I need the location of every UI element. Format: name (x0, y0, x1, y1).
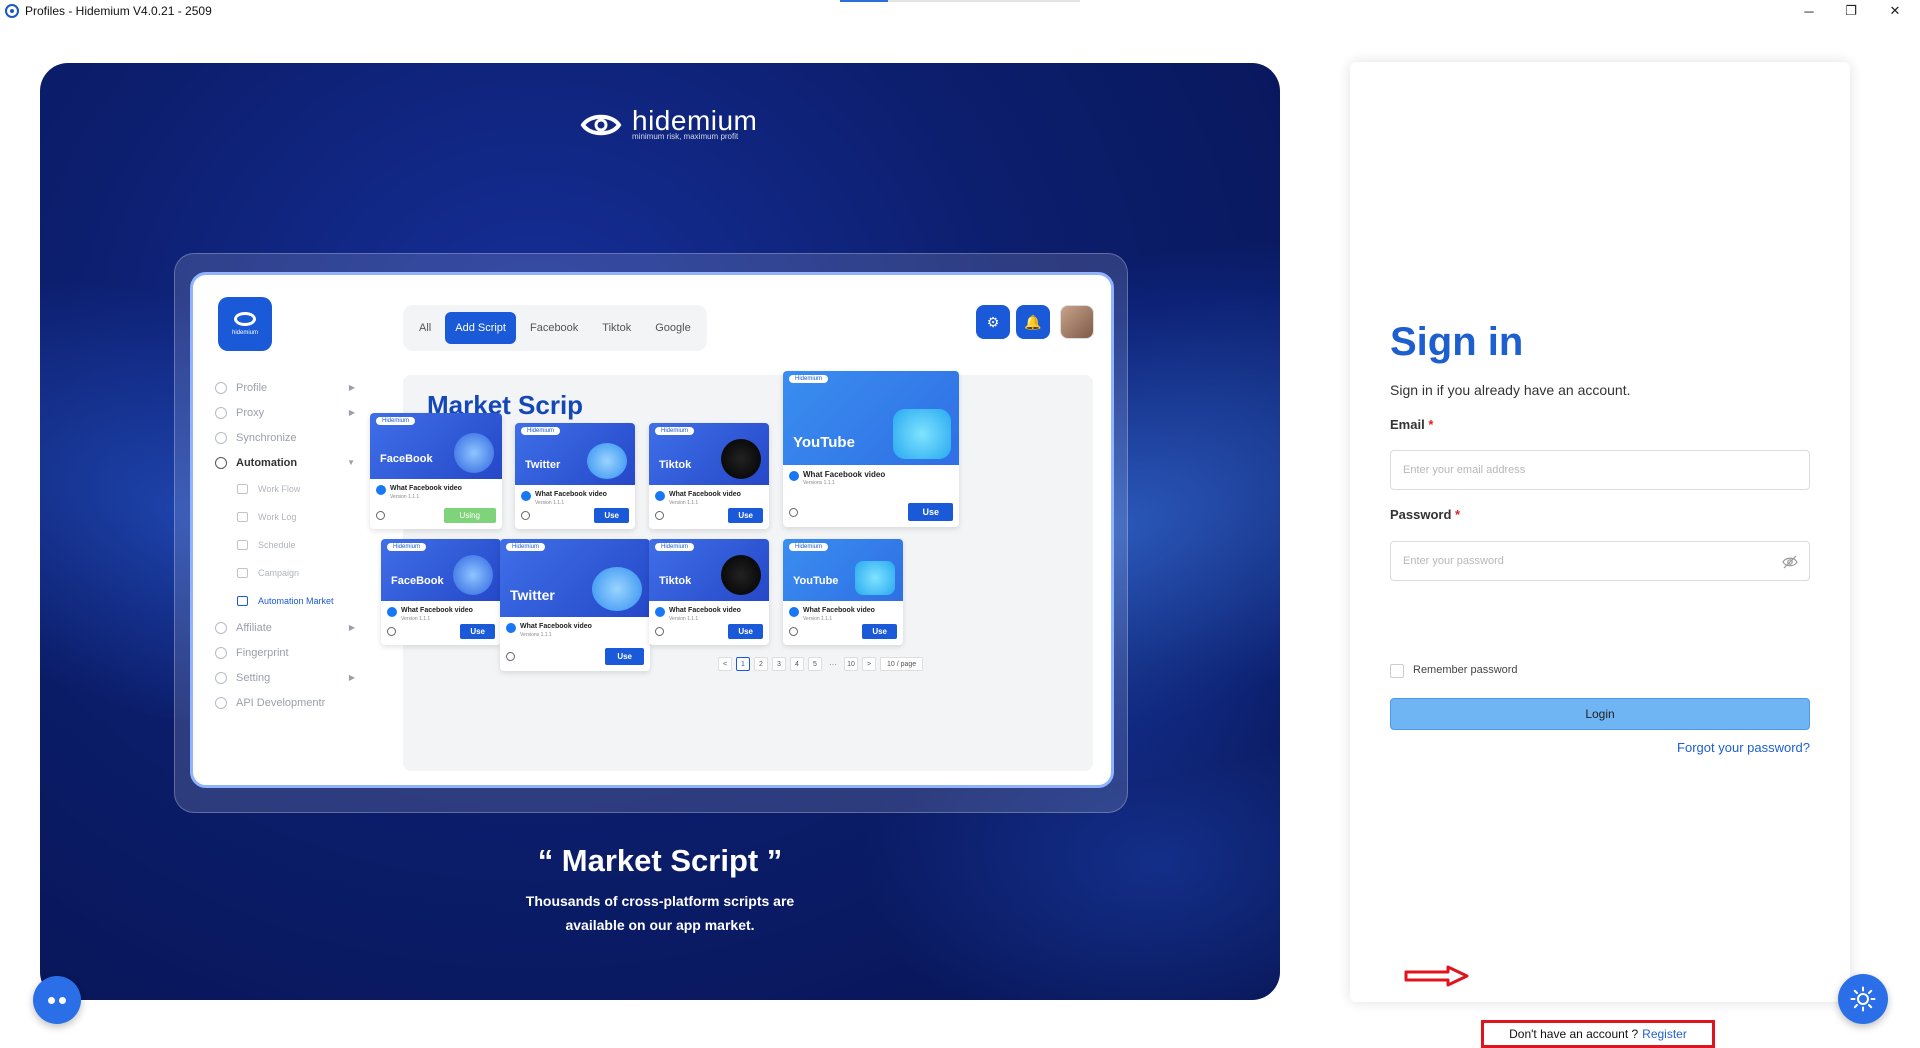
mockup-filter-bar: All Add Script Facebook Tiktok Google (403, 305, 707, 351)
remember-label: Remember password (1413, 664, 1518, 676)
password-field[interactable] (1390, 541, 1810, 581)
hidemium-eye-icon (580, 114, 622, 135)
mock-nav-proxy: Proxy ▶ (215, 400, 355, 425)
red-arrow-icon (1404, 965, 1469, 987)
facebook-icon (376, 485, 386, 495)
window-title: Profiles - Hidemium V4.0.21 - 2509 (25, 4, 212, 18)
register-highlight-box: Don't have an account ? Register (1481, 1020, 1715, 1048)
mockup-pagination: < 1 2 3 4 5 ··· 10 > 10 / page (718, 657, 924, 671)
app-logo-icon (5, 4, 19, 18)
mock-filter-add-script: Add Script (445, 312, 516, 344)
signin-title: Sign in (1390, 320, 1524, 364)
hero-banner: hidemium minimum risk, maximum profit hi… (40, 63, 1280, 1000)
eye-slash-icon[interactable] (1782, 555, 1798, 569)
mock-filter-tiktok: Tiktok (602, 322, 632, 334)
mock-nav-profile: Profile ▶ (215, 375, 355, 400)
chat-bubble-icon[interactable] (33, 976, 81, 1024)
title-bar: Profiles - Hidemium V4.0.21 - 2509 ─ ❐ ✕ (0, 0, 1920, 22)
mock-nav-api: API Developmentr (215, 690, 355, 715)
mock-filter-facebook: Facebook (529, 322, 579, 334)
mock-nav-affiliate: Affiliate ▶ (215, 615, 355, 640)
register-link[interactable]: Register (1642, 1027, 1687, 1041)
password-label: Password * (1390, 507, 1461, 522)
mock-sub-campaign: Campaign (215, 559, 355, 587)
mock-nav-synchronize: Synchronize (215, 425, 355, 450)
mock-filter-all: All (419, 322, 432, 334)
mock-nav-fingerprint: Fingerprint (215, 640, 355, 665)
script-card: Hidemium FaceBook What Facebook video Vers… (381, 539, 501, 645)
brand-tagline: minimum risk, maximum profit (632, 132, 739, 141)
mock-filter-google: Google (655, 322, 691, 334)
mock-nav-setting: Setting ▶ (215, 665, 355, 690)
mock-avatar (1060, 305, 1094, 339)
mock-sub-schedule: Schedule (215, 531, 355, 559)
sun-icon[interactable] (1838, 974, 1888, 1024)
hero-heading: “ Market Script ” (537, 843, 783, 878)
signin-panel: Sign in Sign in if you already have an a… (1350, 62, 1850, 1048)
script-card: Hidemium FaceBook What Facebook video Vers… (370, 413, 502, 529)
brand-name: hidemium (632, 105, 758, 136)
script-card: Hidemium Twitter What Facebook video Versi… (500, 539, 650, 671)
login-button[interactable]: Login (1390, 698, 1810, 730)
app-mockup: hidemium Profile ▶ Proxy ▶ Synchronize Aut… (190, 272, 1114, 788)
mock-sub-workflow: Work Flow (215, 475, 355, 503)
mock-nav-automation: Automation ▼ (215, 450, 355, 475)
mock-bell-icon: 🔔 (1016, 305, 1050, 339)
loading-bar (840, 0, 1080, 2)
mockup-sidebar: Profile ▶ Proxy ▶ Synchronize Automation ▼ … (215, 375, 355, 715)
script-card: Hidemium Tiktok What Facebook video Versio… (649, 423, 769, 529)
play-icon (376, 511, 385, 520)
mock-sub-worklog: Work Log (215, 503, 355, 531)
mock-sub-automation-market: Automation Market (215, 587, 355, 615)
signin-subtitle: Sign in if you already have an account. (1390, 382, 1631, 398)
email-field[interactable] (1390, 450, 1810, 490)
script-card: Hidemium Tiktok What Facebook video Versio… (649, 539, 769, 645)
email-label: Email * (1390, 417, 1434, 432)
brand-logo: hidemium minimum risk, maximum profit (580, 105, 758, 141)
using-button: Using (443, 508, 496, 523)
remember-checkbox[interactable] (1390, 664, 1404, 678)
script-card: Hidemium YouTube What Facebook video Versi… (783, 371, 959, 527)
minimize-button[interactable]: ─ (1786, 0, 1832, 22)
hero-subtitle: Thousands of cross-platform scripts are … (525, 893, 795, 933)
script-card: Hidemium Twitter What Facebook video Versi… (515, 423, 635, 529)
mock-support-icon: ⚙ (976, 305, 1010, 339)
mockup-logo: hidemium (218, 297, 272, 351)
script-card: Hidemium YouTube What Facebook video Versi… (783, 539, 903, 645)
no-account-text: Don't have an account ? (1509, 1027, 1639, 1041)
close-button[interactable]: ✕ (1872, 0, 1918, 22)
forgot-password-link[interactable]: Forgot your password? (1677, 740, 1810, 755)
restore-button[interactable]: ❐ (1828, 0, 1874, 22)
